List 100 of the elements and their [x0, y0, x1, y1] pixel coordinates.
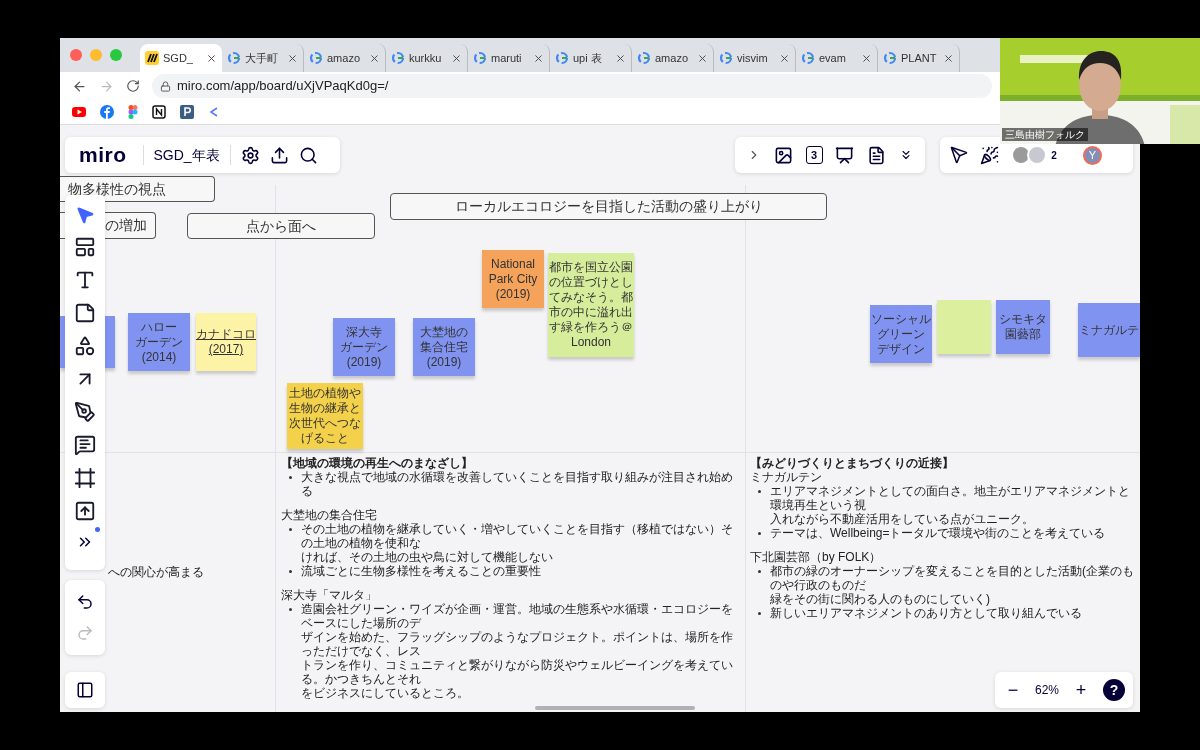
comment-icon[interactable] — [74, 434, 96, 456]
bullet-icon — [758, 490, 761, 493]
bullet-text: その土地の植物を継承していく・増やしていくことを目指す（移植ではない）その土地の植物を使和な ければ、その土地の虫や鳥に対して機能しない — [301, 522, 734, 564]
favicon-icon — [227, 51, 241, 65]
avatar — [1027, 145, 1047, 165]
favicon-icon — [555, 51, 569, 65]
favicon-icon — [637, 51, 651, 65]
tab-title: SGD_ — [163, 50, 193, 66]
close-tab-icon[interactable] — [533, 52, 544, 64]
zoom-out-button[interactable]: − — [1003, 676, 1023, 704]
board-canvas[interactable] — [60, 125, 1140, 712]
presentation-icon[interactable] — [835, 145, 855, 165]
search-icon[interactable] — [298, 145, 318, 165]
bullet-icon — [758, 612, 761, 615]
bullet-text: 新しいエリアマネジメントのあり方として取り組んでいる — [770, 606, 1082, 620]
close-tab-icon[interactable] — [451, 52, 462, 64]
undo-icon[interactable] — [76, 592, 94, 611]
bullet-icon — [758, 570, 761, 573]
reload-icon[interactable] — [126, 79, 140, 93]
help-button[interactable]: ? — [1103, 679, 1125, 701]
note-title: 【みどりづくりとまちづくりの近接】 — [750, 456, 954, 470]
bullet-text: エリアマネジメントとしての面白さ。地主がエリアマネジメントと環境再生という視 入れながら不動産活用をしている点がユニーク。 — [770, 484, 1131, 526]
browser-tab[interactable]: upi 表 — [550, 44, 632, 72]
bullet-icon — [289, 570, 292, 573]
arrow-bookmark-icon[interactable] — [208, 106, 220, 118]
sticky-note-icon[interactable] — [74, 302, 96, 324]
sidebar-toggle-button[interactable] — [65, 672, 105, 708]
sticky-note: 都市を国立公園の位置づけとしてみなそう。都市の中に溢れ出す緑を作ろう＠London — [548, 253, 634, 357]
frame-label: ローカルエコロジーを目指した活動の盛り上がり — [390, 193, 827, 220]
circle-bookmark-icon[interactable] — [100, 105, 114, 119]
back-icon[interactable] — [72, 78, 87, 94]
parking-bookmark-icon[interactable] — [180, 105, 194, 119]
sticky-note: ハロー ガーデン (2014) — [128, 313, 190, 371]
sticky-note: ソーシャル グリーン デザイン — [870, 305, 932, 363]
select-icon[interactable] — [75, 205, 95, 225]
board-title[interactable]: SGD_年表 — [153, 144, 220, 166]
address-bar[interactable]: miro.com/app/board/uXjVPaqKd0g=/ — [152, 74, 992, 98]
favicon-icon — [391, 51, 405, 65]
note-heading: ミナガルテン — [750, 470, 822, 484]
tab-title: maruti — [491, 50, 522, 66]
text-icon[interactable] — [74, 269, 96, 291]
favicon-icon — [883, 51, 897, 65]
tab-title: visvim — [737, 50, 768, 66]
party-popper-icon[interactable] — [980, 145, 999, 165]
sticky-note: シモキタ 園藝部 — [996, 300, 1050, 354]
browser-tab[interactable]: evam — [796, 44, 878, 72]
bullet-text: 流域ごとに生物多様性を考えることの重要性 — [301, 564, 541, 578]
participant-name: 三島由樹フォルク — [1002, 128, 1088, 141]
design-bookmark-icon[interactable] — [128, 105, 138, 119]
board-favicon-icon — [145, 51, 159, 65]
close-tab-icon[interactable] — [779, 52, 790, 64]
tab-title: upi 表 — [573, 50, 602, 66]
browser-tab[interactable]: visvim — [714, 44, 796, 72]
tab-title: kurkku — [409, 50, 442, 66]
image-icon[interactable] — [774, 145, 793, 165]
close-tab-icon[interactable] — [615, 52, 626, 64]
close-tab-icon[interactable] — [206, 52, 217, 64]
favicon-icon — [719, 51, 733, 65]
pen-icon[interactable] — [74, 401, 96, 423]
browser-tab[interactable]: PLANT — [878, 44, 960, 72]
horizontal-scrollbar[interactable] — [535, 706, 695, 710]
zoom-in-button[interactable]: + — [1071, 676, 1091, 704]
share-icon[interactable] — [269, 145, 289, 165]
tab-title: amazo — [327, 50, 361, 66]
close-tab-icon[interactable] — [697, 52, 708, 64]
bullet-text: 都市の緑のオーナーシップを変えることを目的とした活動(企業のものや行政のものだ 緑をその街に関わる人のものにしていく) — [770, 564, 1135, 606]
notes-icon[interactable] — [866, 145, 886, 165]
video-bookmark-icon[interactable] — [72, 107, 86, 117]
tab-title: 大手町 — [245, 50, 278, 66]
notebook-bookmark-icon[interactable] — [152, 105, 166, 119]
browser-tab[interactable]: amazo — [304, 44, 386, 72]
shapes-icon[interactable] — [74, 335, 96, 357]
close-tab-icon[interactable] — [943, 52, 954, 64]
frame-icon[interactable] — [74, 467, 96, 489]
sidebar-icon — [76, 681, 94, 699]
close-tab-icon[interactable] — [861, 52, 872, 64]
favicon-icon — [309, 51, 323, 65]
sticky-note: カナドコロ (2017) — [196, 313, 256, 371]
bullet-text: テーマは、Wellbeing=トータルで環境や街のことを考えている — [770, 526, 1106, 540]
sticky-note: 大埜地の 集合住宅 (2019) — [413, 318, 475, 376]
settings-icon[interactable] — [240, 145, 260, 165]
bullet-icon — [758, 532, 761, 535]
count-badge[interactable]: 3 — [805, 146, 823, 164]
browser-tab[interactable]: 大手町 — [222, 44, 304, 72]
bullet-text: 大きな視点で地域の水循環を改善していくことを目指す取り組みが注目され始める — [301, 470, 734, 498]
close-tab-icon[interactable] — [287, 52, 298, 64]
browser-tab[interactable]: amazo — [632, 44, 714, 72]
browser-tab[interactable]: maruti — [468, 44, 550, 72]
tab-title: evam — [819, 50, 846, 66]
bullet-icon — [289, 528, 292, 531]
sticky-note: 深大寺 ガーデン (2019) — [333, 318, 395, 376]
templates-icon[interactable] — [74, 236, 96, 258]
upload-icon[interactable] — [74, 500, 96, 522]
close-tab-icon[interactable] — [369, 52, 380, 64]
browser-tab[interactable]: SGD_ — [140, 44, 222, 72]
note-heading: 深大寺「マルタ」 — [281, 588, 377, 602]
avatar — [1011, 145, 1031, 165]
note-title: 【地域の環境の再生へのまなざし】 — [281, 456, 473, 470]
browser-tab[interactable]: kurkku — [386, 44, 468, 72]
bullet-text: 造園会社グリーン・ワイズが企画・運営。地域の生態系や水循環・エコロジーをベースにした場所のデ ザインを始めた、フラッグシップのようなプロジェクト。ポイントは、場所を作っただけでなく、レス トランを作り、コミュニティと繋がりながら防災やウェルビーイングを考えている。かつきちんとそれ をビジネスにしているところ。 — [301, 602, 734, 700]
